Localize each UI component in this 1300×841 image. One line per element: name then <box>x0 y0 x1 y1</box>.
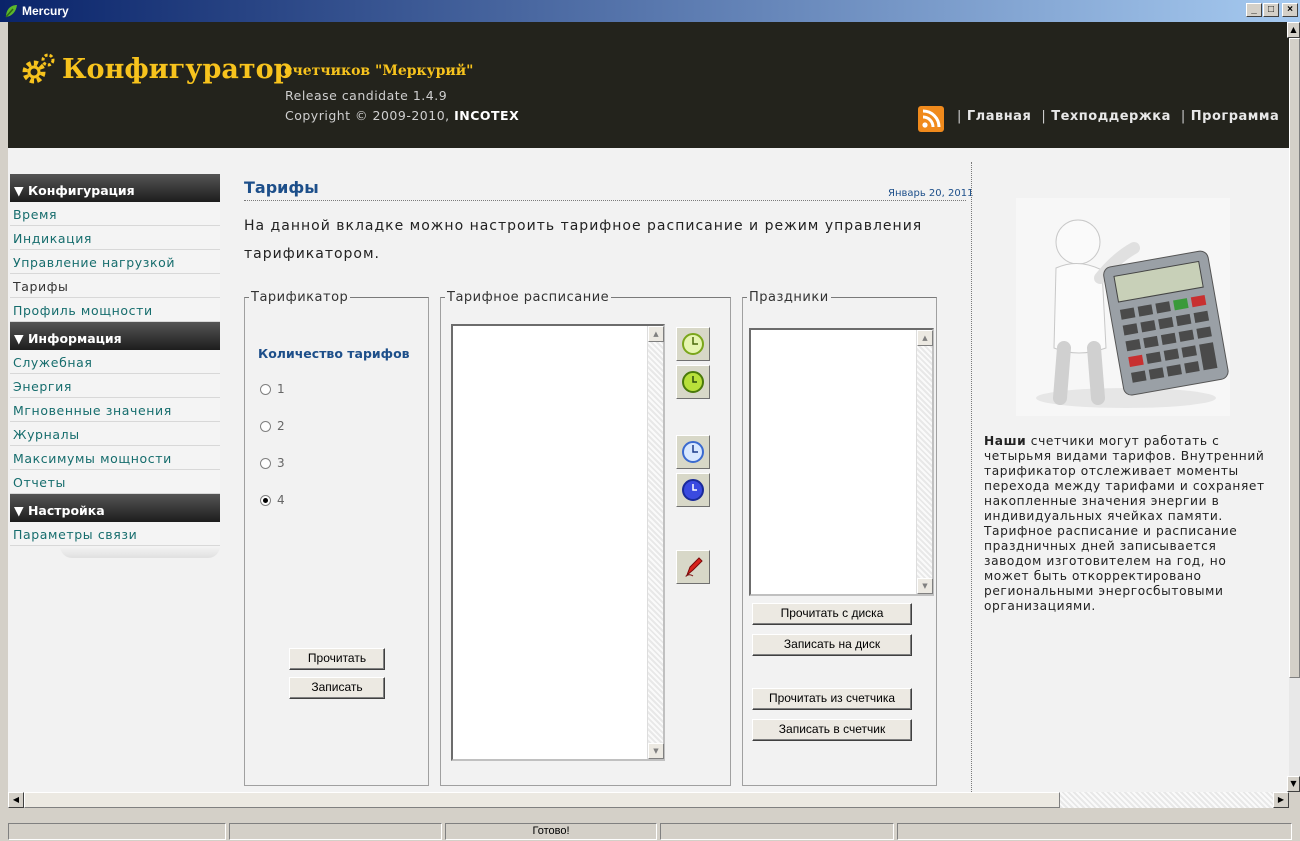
tarifikator-group: Тарификатор <box>244 290 429 786</box>
close-button[interactable]: × <box>1282 3 1298 17</box>
scroll-down-button[interactable]: ▼ <box>1287 776 1300 792</box>
page-title: Тарифы <box>244 178 319 197</box>
write-to-disk-button[interactable]: Записать на диск <box>752 634 912 656</box>
read-button[interactable]: Прочитать <box>289 648 385 670</box>
site-header: Конфигуратор счетчиков "Меркурий" Releas… <box>8 22 1289 148</box>
scroll-up-button[interactable]: ▲ <box>917 330 933 346</box>
refresh-holiday-interval-button[interactable] <box>676 473 710 507</box>
release-version: Release candidate 1.4.9 <box>285 88 448 103</box>
sidebar-item-indication[interactable]: Индикация <box>10 226 220 250</box>
refresh-interval-button[interactable] <box>676 365 710 399</box>
pen-edit-icon <box>684 557 703 578</box>
nav-program-link[interactable]: Программа <box>1191 109 1280 124</box>
tariff-radio-2[interactable]: 2 <box>260 419 285 433</box>
sidebar-item-power-maximums[interactable]: Максимумы мощности <box>10 446 220 470</box>
title-divider <box>244 200 966 201</box>
read-from-meter-button[interactable]: Прочитать из счетчика <box>752 688 912 710</box>
radio-circle[interactable] <box>260 458 271 469</box>
sidebar-item-logs[interactable]: Журналы <box>10 422 220 446</box>
sidebar-item-load-control[interactable]: Управление нагрузкой <box>10 250 220 274</box>
tariff-radio-1[interactable]: 1 <box>260 382 285 396</box>
status-bar: Готово! <box>0 820 1300 841</box>
write-to-meter-button[interactable]: Записать в счетчик <box>752 719 912 741</box>
minimize-button[interactable]: _ <box>1246 3 1262 17</box>
scroll-down-button[interactable]: ▼ <box>648 743 664 759</box>
radio-circle[interactable] <box>260 421 271 432</box>
read-from-disk-button[interactable]: Прочитать с диска <box>752 603 912 625</box>
sidebar-item-service[interactable]: Служебная <box>10 350 220 374</box>
tarifikator-legend: Тарификатор <box>251 290 349 305</box>
sidebar: ▼ Конфигурация Время Индикация Управлени… <box>10 174 220 558</box>
write-button[interactable]: Записать <box>289 677 385 699</box>
app-leaf-icon <box>5 5 17 18</box>
aside-divider <box>971 162 972 792</box>
status-panel-5 <box>897 823 1292 840</box>
sidebar-item-power-profile[interactable]: Профиль мощности <box>10 298 220 322</box>
window-title: Mercury <box>22 4 69 18</box>
scroll-left-button[interactable]: ◀ <box>8 792 24 808</box>
nav-support-link[interactable]: Техподдержка <box>1051 109 1171 124</box>
brand-title: Конфигуратор <box>62 54 293 85</box>
schedule-scrollbar[interactable]: ▲ ▼ <box>647 326 664 759</box>
rss-icon[interactable] <box>918 106 944 132</box>
add-interval-button[interactable] <box>676 327 710 361</box>
vertical-scroll-thumb[interactable] <box>1289 38 1300 678</box>
status-panel-4 <box>660 823 894 840</box>
tariff-radio-3[interactable]: 3 <box>260 456 285 470</box>
radio-circle-checked[interactable] <box>260 495 271 506</box>
top-navigation: | Главная | Техподдержка | Программа <box>957 109 1280 124</box>
holidays-listbox[interactable]: ▲ ▼ <box>749 328 934 596</box>
sidebar-section-configuration[interactable]: ▼ Конфигурация <box>10 174 220 202</box>
sidebar-item-energy[interactable]: Энергия <box>10 374 220 398</box>
edit-button[interactable] <box>676 550 710 584</box>
content-viewport: Конфигуратор счетчиков "Меркурий" Releas… <box>8 22 1289 792</box>
add-holiday-interval-button[interactable] <box>676 435 710 469</box>
sidebar-footer <box>60 546 220 558</box>
maximize-button[interactable]: □ <box>1263 3 1279 17</box>
clock-blue-refresh-icon <box>682 479 704 501</box>
clock-blue-icon <box>682 441 704 463</box>
clock-refresh-icon <box>682 371 704 393</box>
sidebar-item-tariffs[interactable]: Тарифы <box>10 274 220 298</box>
scroll-up-button[interactable]: ▲ <box>1287 22 1300 38</box>
radio-circle[interactable] <box>260 384 271 395</box>
holidays-scrollbar[interactable]: ▲ ▼ <box>916 330 933 594</box>
calculator-figure-image <box>1016 198 1230 416</box>
tariff-count-label: Количество тарифов <box>258 346 410 361</box>
sidebar-item-reports[interactable]: Отчеты <box>10 470 220 494</box>
nav-home-link[interactable]: Главная <box>967 109 1031 124</box>
scroll-up-button[interactable]: ▲ <box>648 326 664 342</box>
status-panel-1 <box>8 823 226 840</box>
holidays-legend: Праздники <box>749 290 829 305</box>
gear-icon <box>22 53 55 84</box>
window-vertical-scrollbar[interactable]: ▲ ▼ <box>1287 22 1300 792</box>
tariff-radio-4[interactable]: 4 <box>260 493 285 507</box>
status-panel-2 <box>229 823 442 840</box>
sidebar-item-connection-params[interactable]: Параметры связи <box>10 522 220 546</box>
sidebar-section-settings[interactable]: ▼ Настройка <box>10 494 220 522</box>
clock-add-icon <box>682 333 704 355</box>
page-intro: На данной вкладке можно настроить тарифн… <box>244 218 923 262</box>
brand-subtitle: счетчиков "Меркурий" <box>284 63 474 79</box>
sidebar-item-time[interactable]: Время <box>10 202 220 226</box>
window-horizontal-scrollbar[interactable]: ◀ ▶ <box>8 792 1289 808</box>
page-date: Январь 20, 2011 <box>888 188 974 199</box>
window-titlebar: Mercury _ □ × <box>0 0 1300 22</box>
schedule-listbox[interactable]: ▲ ▼ <box>451 324 665 761</box>
status-message: Готово! <box>445 823 657 840</box>
scroll-right-button[interactable]: ▶ <box>1273 792 1289 808</box>
scroll-down-button[interactable]: ▼ <box>917 578 933 594</box>
schedule-legend: Тарифное расписание <box>447 290 610 305</box>
horizontal-scroll-thumb[interactable] <box>24 792 1060 808</box>
sidebar-section-information[interactable]: ▼ Информация <box>10 322 220 350</box>
copyright: Copyright © 2009-2010, INCOTEX <box>285 108 520 123</box>
sidebar-item-instant-values[interactable]: Мгновенные значения <box>10 398 220 422</box>
aside-description: Наши счетчики могут работать с четырьмя … <box>984 434 1265 613</box>
